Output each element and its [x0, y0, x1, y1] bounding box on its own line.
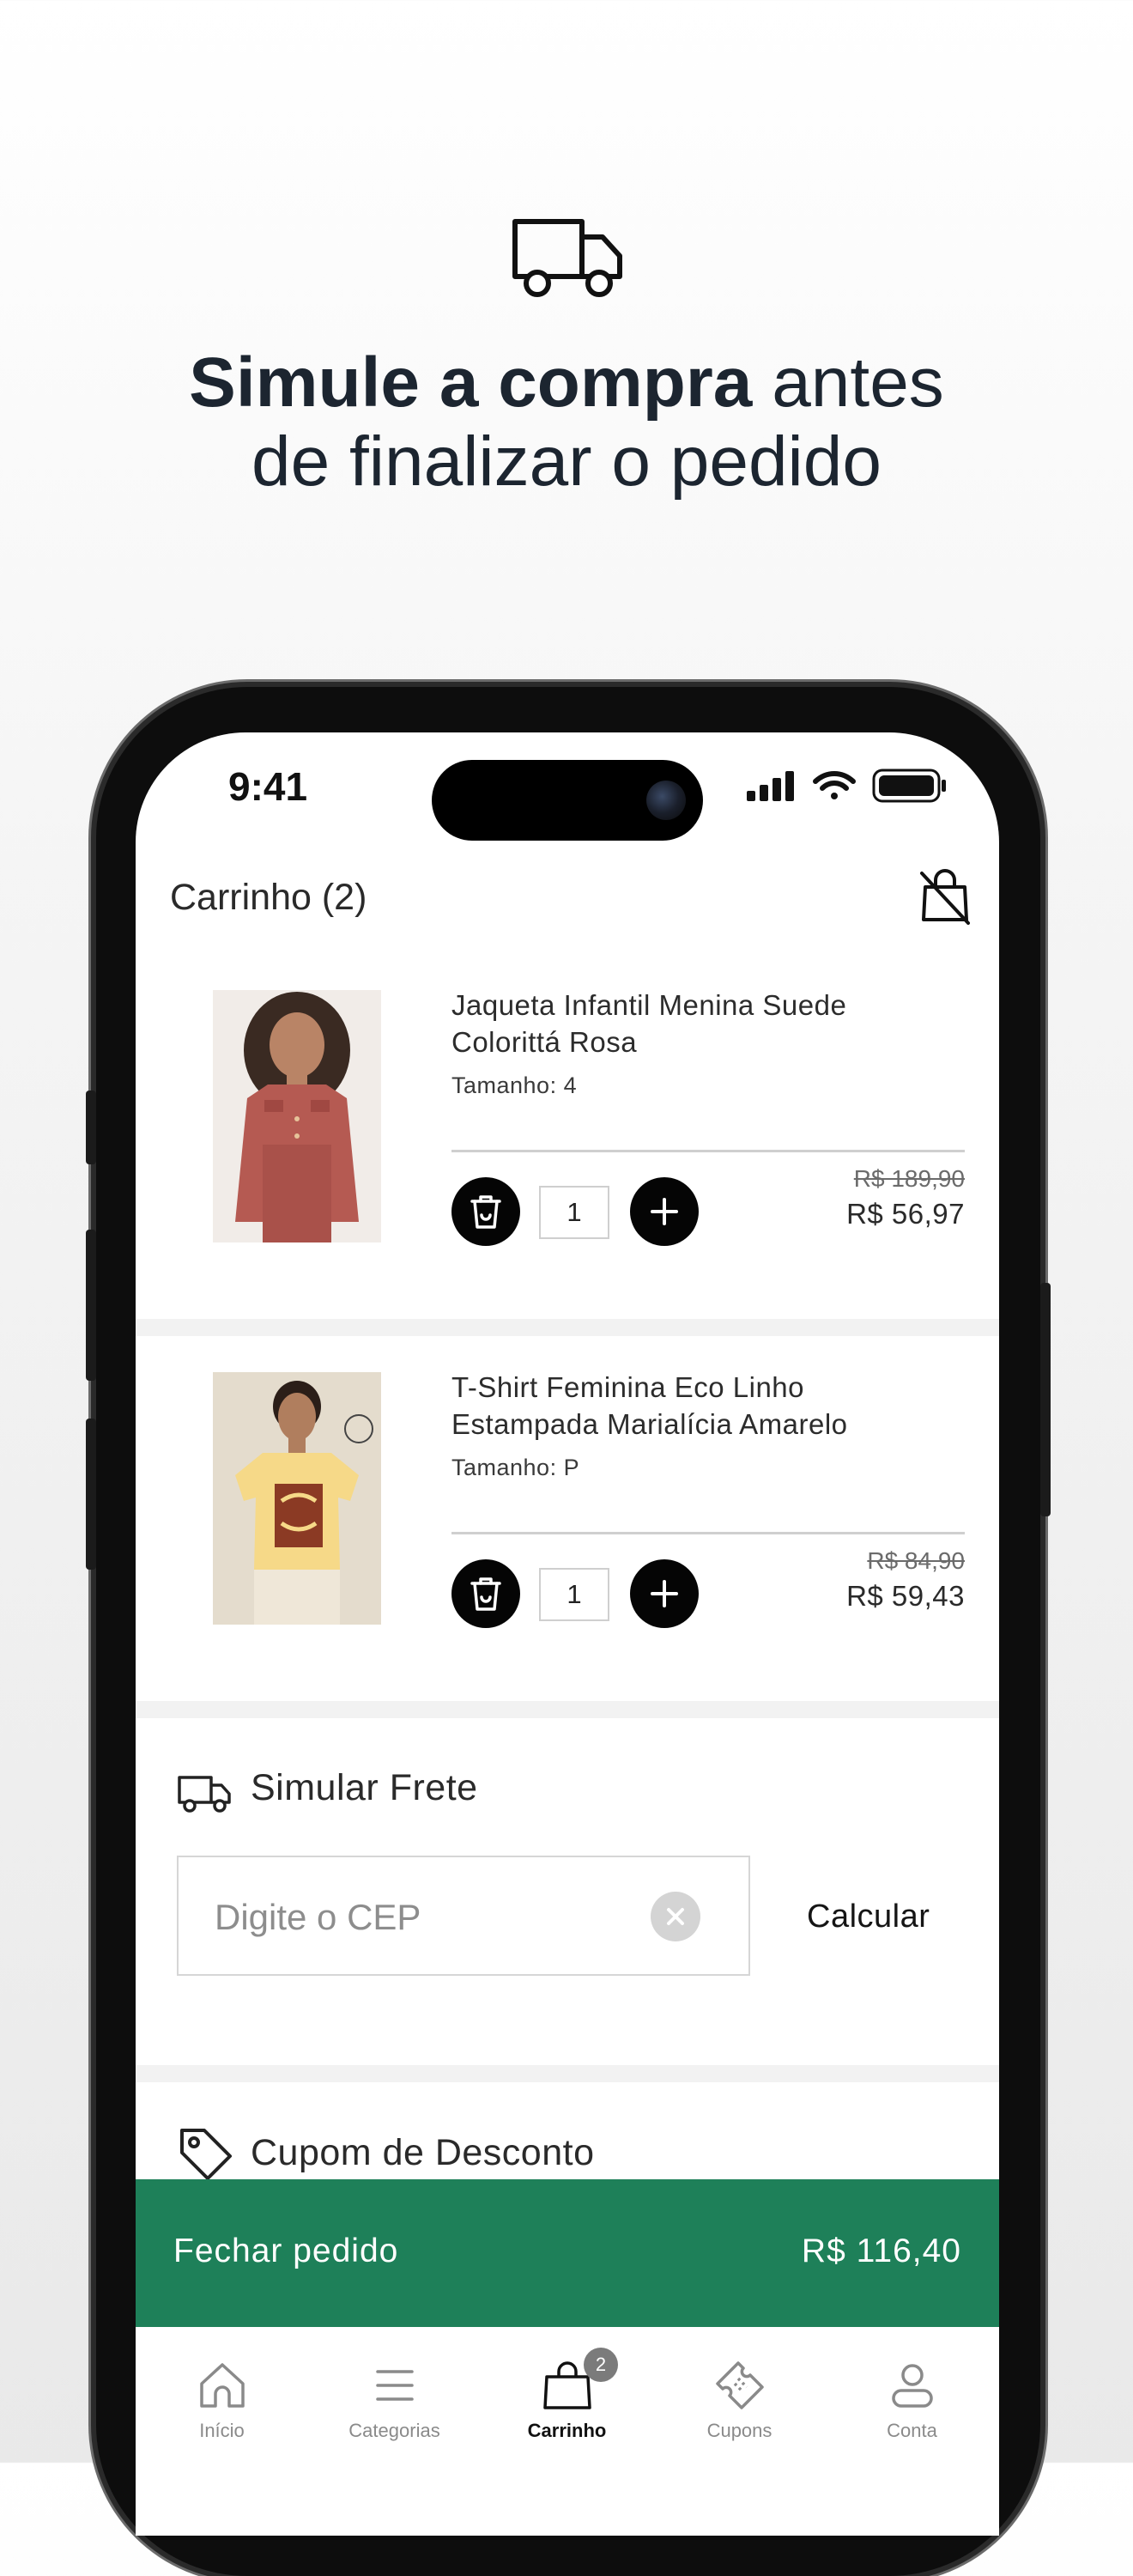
phone-screen: 9:41 Carrinho (2) Jaqueta Infantil Menin… [136, 732, 999, 2536]
checkout-button[interactable]: Fechar pedido R$ 116,40 [136, 2179, 999, 2327]
phone-side-button [86, 1230, 96, 1381]
quantity-field[interactable]: 1 [539, 1186, 609, 1239]
tab-label: Início [199, 2420, 245, 2441]
dynamic-island [432, 760, 703, 841]
sale-price: R$ 56,97 [846, 1198, 965, 1230]
menu-icon [375, 2370, 414, 2401]
cart-title: Carrinho (2) [170, 877, 367, 918]
quantity-field[interactable]: 1 [539, 1568, 609, 1621]
tab-carrinho[interactable]: 2 Carrinho [481, 2327, 653, 2456]
truck-icon [178, 1776, 231, 1813]
clear-button[interactable] [651, 1892, 700, 1941]
product-size: Tamanho: 4 [451, 1072, 578, 1098]
phone-side-button [86, 1419, 96, 1570]
tab-cupons[interactable]: Cupons [653, 2327, 826, 2456]
delete-button[interactable] [451, 1559, 520, 1628]
cart-item-details: T-Shirt Feminina Eco Linho Estampada Mar… [136, 1369, 999, 1628]
increase-quantity-button[interactable] [630, 1559, 699, 1628]
cart-item-details: Jaqueta Infantil Menina Suede Colorittá … [136, 987, 999, 1246]
freight-title: Simular Frete [251, 1767, 478, 1808]
original-price: R$ 84,90 [867, 1547, 965, 1574]
trash-icon [470, 1577, 501, 1611]
page-headline: Simule a compra antes de finalizar o ped… [189, 343, 944, 501]
battery-icon [872, 769, 946, 803]
sale-price: R$ 59,43 [846, 1580, 965, 1612]
wifi-icon [813, 771, 856, 799]
item-divider [451, 1532, 965, 1534]
tab-inicio[interactable]: Início [136, 2327, 308, 2456]
delete-button[interactable] [451, 1177, 520, 1246]
phone-side-button [86, 1091, 96, 1164]
cart-count-badge: 2 [584, 2348, 618, 2382]
status-icons [747, 769, 948, 803]
original-price: R$ 189,90 [853, 1165, 965, 1192]
plus-icon [651, 1198, 678, 1225]
coupon-title[interactable]: Cupom de Desconto [251, 2132, 595, 2174]
home-icon [199, 2363, 245, 2408]
user-icon [891, 2364, 933, 2408]
tab-label: Cupons [706, 2420, 772, 2441]
section-divider [136, 2065, 999, 2082]
bottom-tab-bar: Início Categorias 2 Carrinho Cupons Cont… [136, 2327, 999, 2536]
tab-conta[interactable]: Conta [826, 2327, 998, 2456]
signal-icon [747, 771, 794, 801]
cep-field[interactable] [177, 1856, 750, 1976]
tab-label: Categorias [348, 2420, 440, 2441]
empty-cart-icon[interactable] [918, 868, 972, 925]
item-divider [451, 1150, 965, 1152]
close-icon [667, 1908, 684, 1925]
section-divider [136, 1319, 999, 1336]
product-name[interactable]: T-Shirt Feminina Eco Linho Estampada Mar… [451, 1369, 932, 1443]
increase-quantity-button[interactable] [630, 1177, 699, 1246]
truck-icon [512, 219, 622, 297]
tab-label: Conta [887, 2420, 937, 2441]
product-size: Tamanho: P [451, 1455, 580, 1480]
phone-side-button [1040, 1283, 1051, 1516]
plus-icon [651, 1580, 678, 1607]
tag-icon [180, 2129, 232, 2180]
status-time: 9:41 [228, 764, 308, 809]
section-divider [136, 1701, 999, 1718]
checkout-label: Fechar pedido [173, 2233, 399, 2269]
trash-icon [470, 1195, 501, 1229]
checkout-total: R$ 116,40 [801, 2233, 961, 2269]
product-name[interactable]: Jaqueta Infantil Menina Suede Colorittá … [451, 987, 932, 1060]
coupon-icon [715, 2361, 764, 2409]
camera [646, 781, 686, 820]
calculate-button[interactable]: Calcular [807, 1899, 930, 1935]
tab-categorias[interactable]: Categorias [308, 2327, 481, 2456]
cep-input[interactable] [213, 1892, 645, 1943]
tab-label: Carrinho [527, 2420, 607, 2441]
